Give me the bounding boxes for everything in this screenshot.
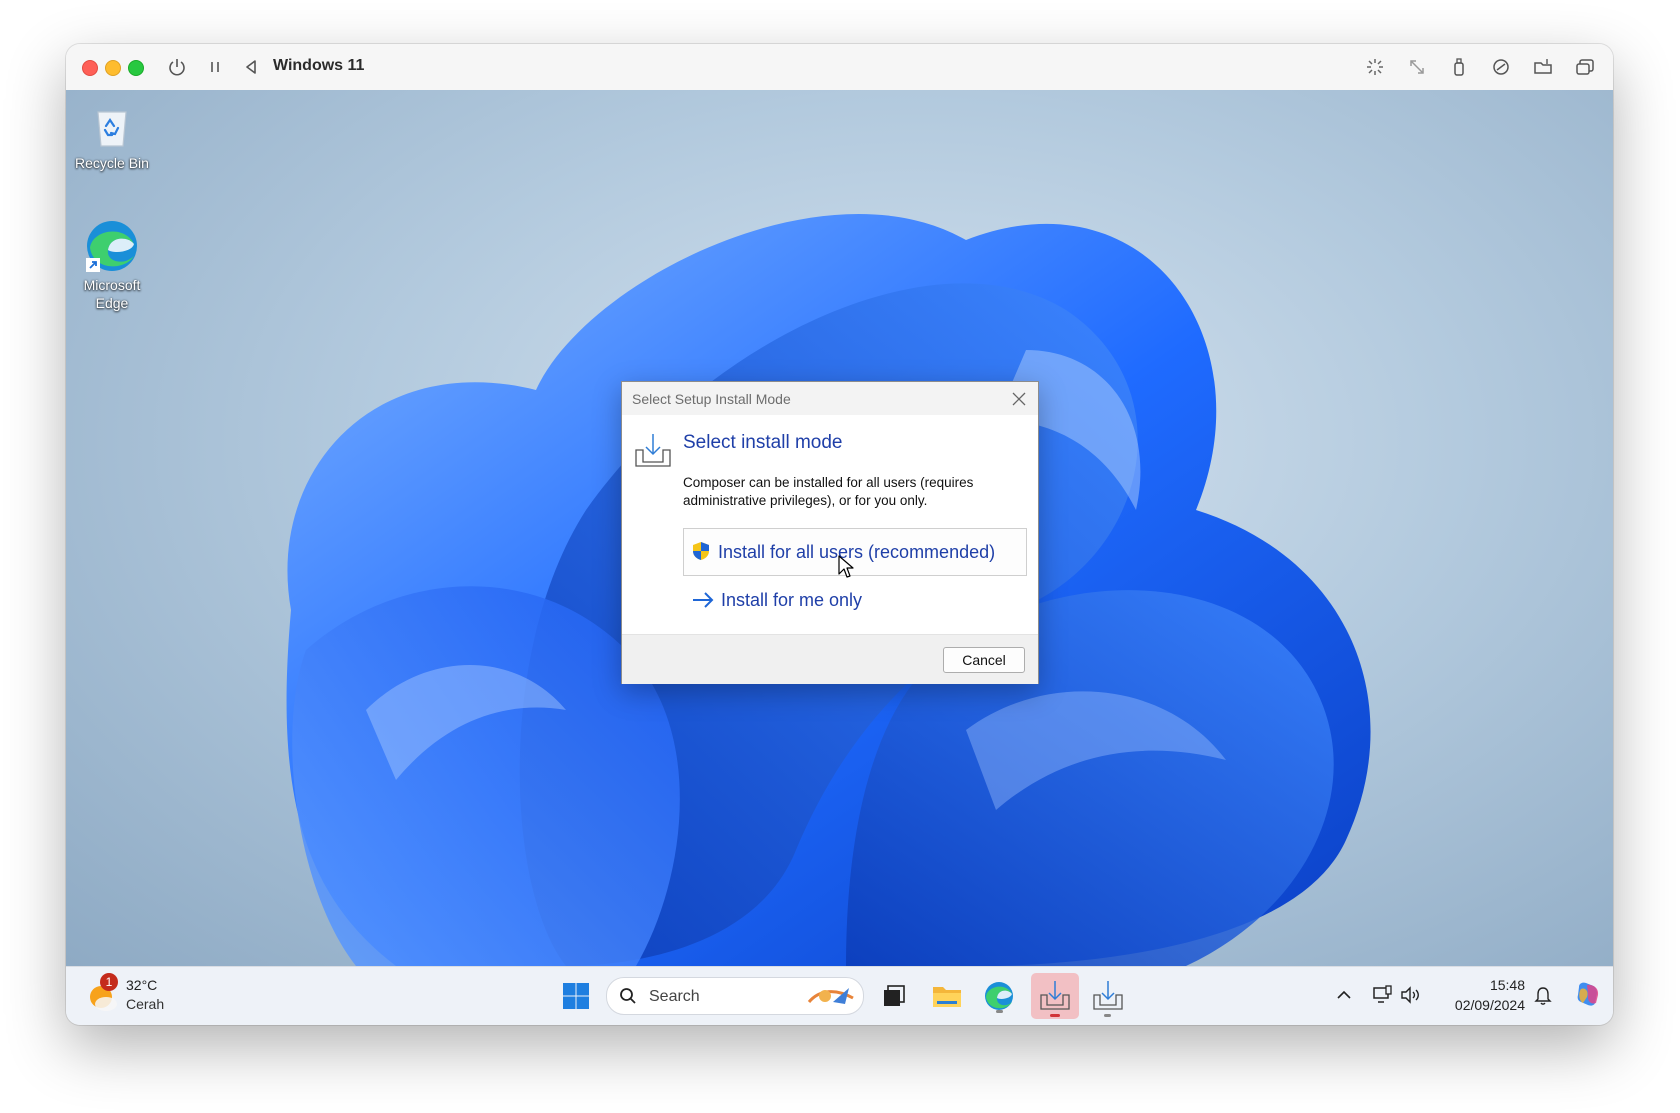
installer-icon	[1093, 981, 1123, 1010]
minimize-window-button[interactable]	[105, 60, 121, 76]
install-mode-dialog: Select Setup Install Mode Select install…	[621, 381, 1039, 684]
install-all-users-button[interactable]: Install for all users (recommended)	[683, 528, 1027, 576]
maximize-window-button[interactable]	[128, 60, 144, 76]
copilot-icon[interactable]	[1573, 979, 1603, 1009]
active-indicator	[1050, 1014, 1060, 1017]
recycle-bin-icon	[97, 111, 127, 147]
edge-icon	[86, 221, 137, 272]
accessibility-icon[interactable]	[1490, 56, 1512, 78]
taskbar-installer[interactable]	[1084, 973, 1132, 1019]
power-icon[interactable]	[166, 56, 188, 78]
desktop-icon-microsoft-edge[interactable]: Microsoft Edge	[67, 218, 157, 312]
edge-label: Microsoft Edge	[83, 277, 141, 311]
volume-icon[interactable]	[1399, 984, 1421, 1006]
desktop-icon-recycle-bin[interactable]: Recycle Bin	[67, 102, 157, 172]
brightness-icon[interactable]	[1364, 56, 1386, 78]
mouse-cursor-icon	[838, 555, 854, 578]
taskbar-installer-active[interactable]	[1031, 973, 1079, 1019]
installer-icon	[1040, 981, 1070, 1010]
task-view-icon[interactable]	[875, 977, 913, 1015]
search-icon	[620, 988, 636, 1004]
windows-icon[interactable]	[1574, 56, 1596, 78]
install-all-users-label: Install for all users (recommended)	[718, 542, 996, 562]
notification-bell-icon[interactable]	[1532, 984, 1554, 1006]
weather-temperature: 32°C	[126, 977, 158, 993]
vm-titlebar: Windows 11	[66, 44, 1613, 91]
dialog-heading: Select install mode	[683, 432, 843, 453]
install-me-only-button[interactable]: Install for me only	[683, 582, 1025, 618]
vm-title: Windows 11	[273, 57, 365, 74]
install-me-only-label: Install for me only	[721, 590, 863, 610]
shared-folder-icon[interactable]	[1532, 56, 1554, 78]
running-indicator	[1104, 1014, 1111, 1017]
weather-badge: 1	[100, 973, 118, 991]
desktop: Recycle Bin Microsoft Edge Select Setup …	[66, 90, 1613, 966]
dialog-description: Composer can be installed for all users …	[683, 475, 974, 508]
weather-condition: Cerah	[126, 996, 165, 1012]
cancel-button[interactable]: Cancel	[943, 647, 1025, 673]
search-placeholder: Search	[649, 988, 700, 1005]
taskbar: 1 32°C Cerah Search 15:48 02/09/2024	[66, 966, 1613, 1025]
usb-icon[interactable]	[1448, 56, 1470, 78]
recycle-bin-label: Recycle Bin	[75, 155, 149, 171]
close-icon[interactable]	[1006, 386, 1032, 412]
dialog-footer: Cancel	[622, 634, 1038, 684]
arrow-right-icon	[693, 592, 714, 608]
taskbar-search[interactable]: Search	[606, 977, 864, 1015]
running-indicator	[996, 1010, 1003, 1013]
install-download-icon	[635, 434, 671, 467]
dialog-titlebar: Select Setup Install Mode	[622, 382, 1038, 415]
start-icon[interactable]	[557, 977, 595, 1015]
search-highlight-icon	[807, 988, 854, 1004]
close-window-button[interactable]	[82, 60, 98, 76]
resize-icon[interactable]	[1406, 56, 1428, 78]
chevron-up-icon[interactable]	[1333, 984, 1355, 1006]
network-icon[interactable]	[1371, 984, 1393, 1006]
dialog-title: Select Setup Install Mode	[632, 391, 791, 407]
clock-date: 02/09/2024	[1454, 997, 1525, 1013]
pause-icon[interactable]	[204, 56, 226, 78]
clock-time: 15:48	[1489, 977, 1525, 993]
file-explorer-icon[interactable]	[928, 977, 966, 1015]
uac-shield-icon	[693, 542, 709, 560]
back-icon[interactable]	[240, 56, 262, 78]
taskbar-edge-button[interactable]	[980, 977, 1018, 1015]
vm-window: Windows 11 Recycle Bin Microsoft Edge Se…	[66, 44, 1613, 1025]
